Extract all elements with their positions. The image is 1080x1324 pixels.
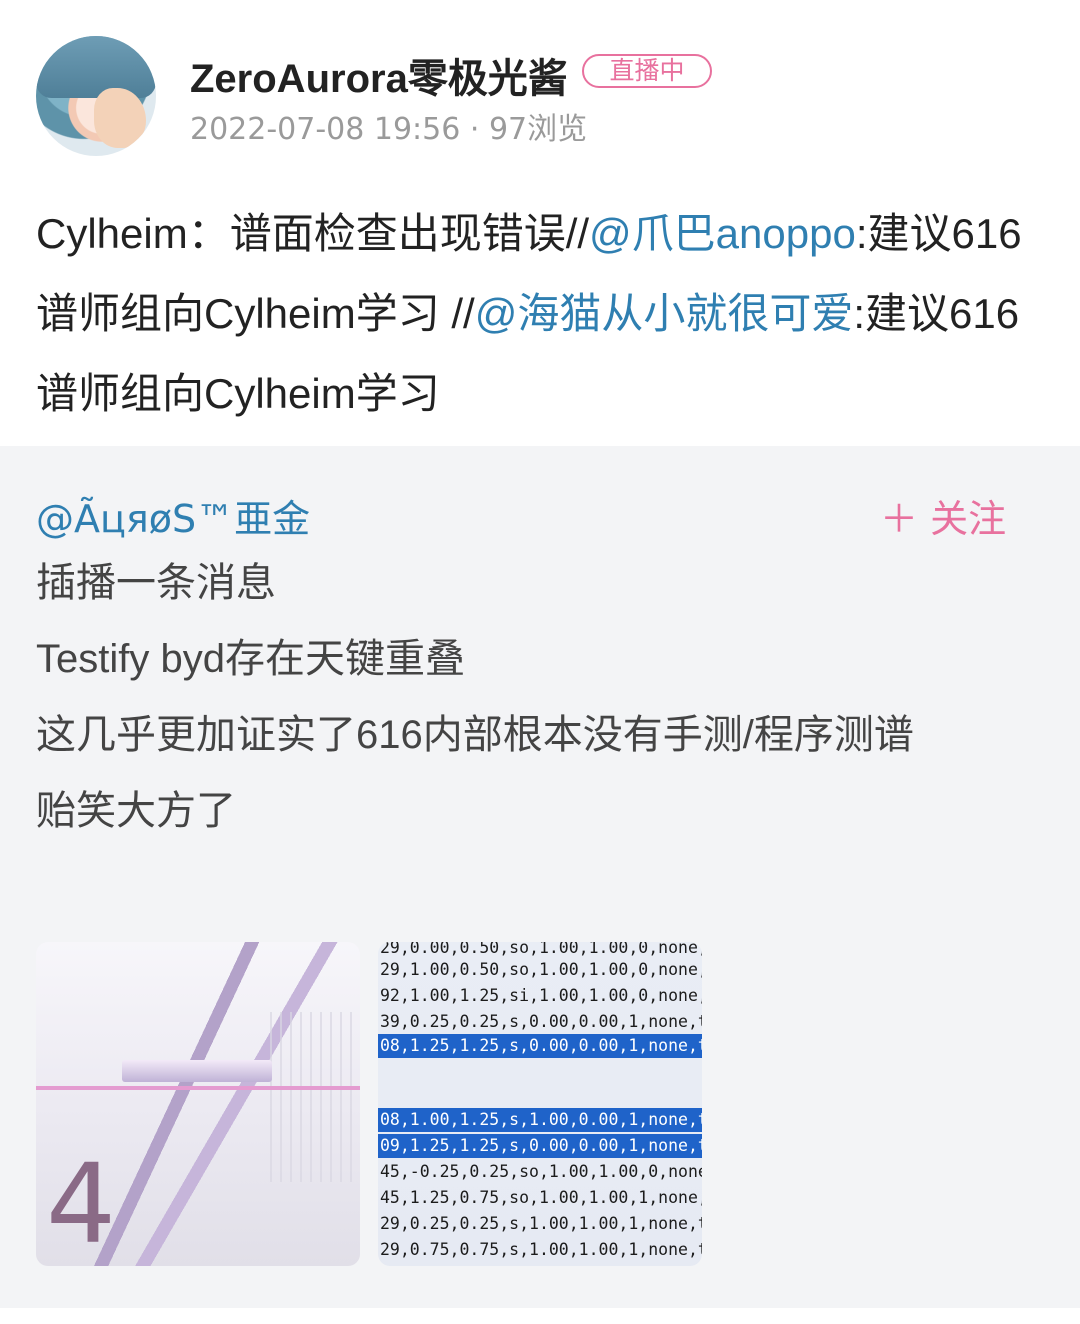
divider	[0, 1308, 1080, 1324]
gameplay-note	[122, 1060, 272, 1082]
code-line: 09,1.25,1.25,s,0.00,0.00,1,none,true)[	[378, 1134, 702, 1158]
code-line: 92,1.00,1.25,si,1.00,1.00,0,none,true);	[380, 986, 702, 1005]
follow-button[interactable]: ＋ 关注	[880, 488, 1006, 543]
code-line: 29,0.25,0.25,s,1.00,1.00,1,none,true)[	[380, 1214, 702, 1233]
code-line: 08,1.00,1.25,s,1.00,0.00,1,none,true);	[378, 1108, 702, 1132]
mention-link[interactable]: @海猫从小就很可爱	[475, 290, 854, 337]
code-line: 29,0.75,0.75,s,1.00,1.00,1,none,true)[	[380, 1240, 702, 1259]
post-header: ZeroAurora零极光酱 直播中 2022-07-08 19:56 · 97…	[0, 0, 1080, 180]
code-line: 45,1.25,0.75,so,1.00,1.00,1,none,false	[380, 1188, 702, 1207]
code-line: 45,-0.25,0.25,so,1.00,1.00,0,none,fals	[380, 1162, 702, 1181]
repost-author-link[interactable]: @ÃцяøS™亜金	[36, 488, 310, 543]
post-text-part: Cylheim：谱面检查出现错误//	[36, 210, 590, 257]
gameplay-digit: 4	[46, 1140, 116, 1266]
code-line: 39,0.25,0.25,s,0.00,0.00,1,none,true)[	[380, 1012, 702, 1031]
repost-line: Testify byd存在天键重叠	[36, 637, 465, 681]
repost-text: 插播一条消息 Testify byd存在天键重叠 这几乎更加证实了616内部根本…	[36, 545, 1046, 849]
repost-line: 插播一条消息	[36, 561, 276, 605]
gameplay-grid-shape	[270, 1012, 360, 1182]
image-thumbnail-gameplay[interactable]: 4	[36, 942, 360, 1266]
avatar[interactable]	[36, 36, 156, 156]
code-line: 08,1.25,1.25,s,0.00,0.00,1,none,true)[	[378, 1034, 702, 1058]
username[interactable]: ZeroAurora零极光酱	[190, 46, 568, 104]
repost-line: 贻笑大方了	[36, 789, 236, 833]
image-thumbnail-code[interactable]: 29,0.00,0.50,so,1.00,1.00,0,none,true29,…	[378, 942, 702, 1266]
gameplay-judge-line	[36, 1086, 360, 1090]
post-body: Cylheim：谱面检查出现错误//@爪巴anoppo:建议616谱师组向Cyl…	[36, 194, 1046, 434]
live-badge[interactable]: 直播中	[582, 54, 712, 88]
post-meta: 2022-07-08 19:56 · 97浏览	[190, 112, 588, 147]
repost-line: 这几乎更加证实了616内部根本没有手测/程序测谱	[36, 713, 914, 757]
avatar-hat-shape	[36, 36, 156, 98]
mention-link[interactable]: @爪巴anoppo	[589, 210, 856, 257]
code-line: 29,1.00,0.50,so,1.00,1.00,0,none,true)	[380, 960, 702, 979]
